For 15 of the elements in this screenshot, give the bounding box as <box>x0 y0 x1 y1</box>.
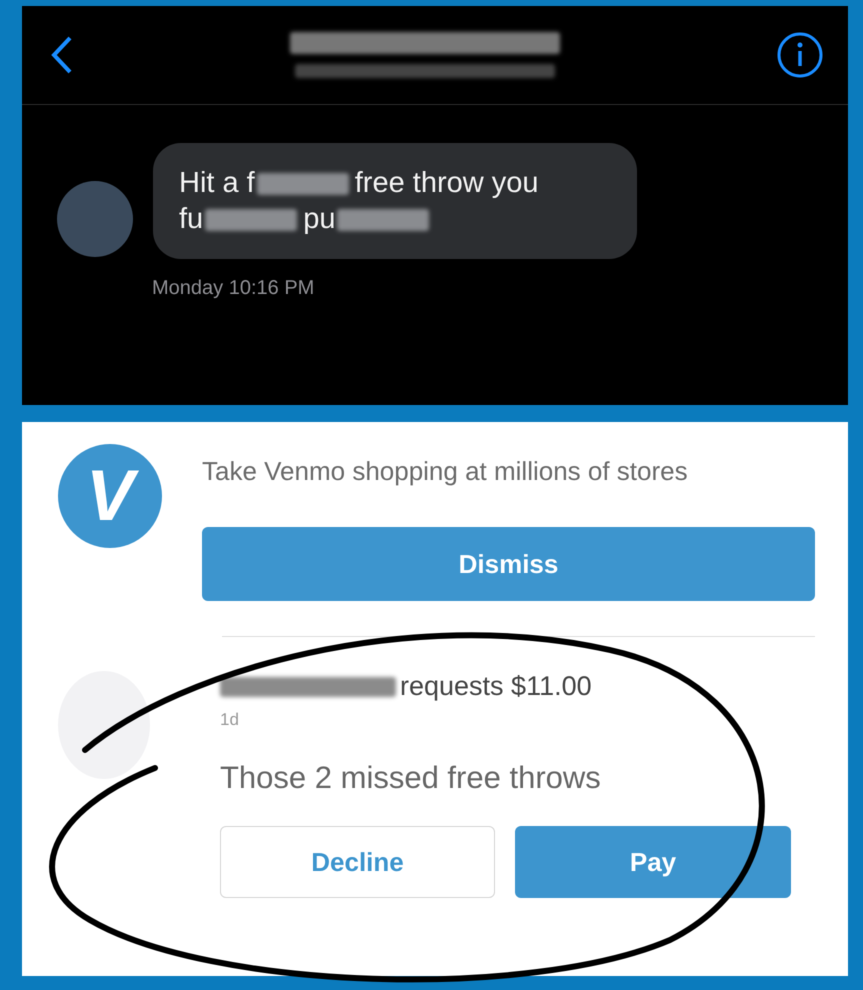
dismiss-button[interactable]: Dismiss <box>202 527 815 601</box>
message-text: free throw you <box>354 167 539 199</box>
pay-button[interactable]: Pay <box>515 826 791 898</box>
venmo-logo: V <box>58 444 162 548</box>
message-text: Hit a f <box>179 167 255 199</box>
back-icon[interactable] <box>50 35 74 75</box>
request-note: Those 2 missed free throws <box>220 760 602 796</box>
request-text: requests $11.00 <box>400 671 592 702</box>
decline-button[interactable]: Decline <box>220 826 495 898</box>
request-age: 1d <box>220 710 240 730</box>
promo-text: Take Venmo shopping at millions of stores <box>202 456 689 487</box>
timestamp: Monday 10:16 PM <box>152 277 316 300</box>
info-icon[interactable] <box>776 31 824 79</box>
message-text: pu <box>303 203 336 235</box>
message-text: fu <box>179 203 204 235</box>
